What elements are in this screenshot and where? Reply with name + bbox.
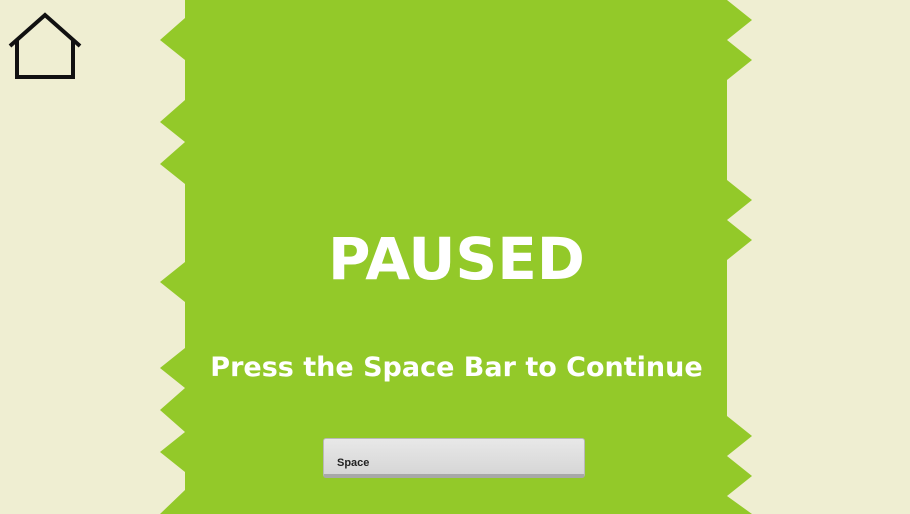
home-icon	[8, 12, 82, 79]
paused-title: PAUSED	[328, 225, 585, 293]
home-button[interactable]	[6, 10, 84, 82]
space-key-label: Space	[337, 457, 370, 469]
space-key-button[interactable]: Space	[323, 438, 585, 478]
continue-instruction: Press the Space Bar to Continue	[210, 352, 703, 383]
